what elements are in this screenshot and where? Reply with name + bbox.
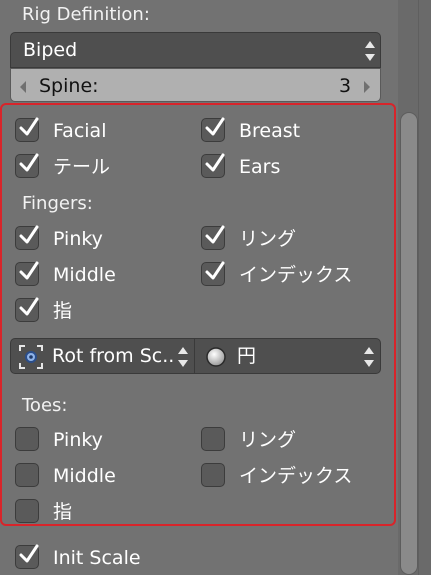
init-scale-checkbox[interactable] xyxy=(15,544,39,569)
increment-arrow-icon[interactable] xyxy=(362,79,372,98)
toe-index-label: インデックス xyxy=(239,465,353,487)
toe-middle-toggle[interactable]: Middle xyxy=(15,463,185,489)
tail-checkbox[interactable] xyxy=(15,153,39,178)
ears-checkbox[interactable] xyxy=(201,153,225,178)
toe-ring-checkbox[interactable] xyxy=(201,427,225,451)
finger-thumb-checkbox[interactable] xyxy=(15,297,39,322)
shape-dropdown[interactable]: 円 xyxy=(194,338,381,374)
toe-ring-toggle[interactable]: リング xyxy=(201,427,381,453)
rig-definition-label: Rig Definition: xyxy=(22,4,150,25)
shape-value: 円 xyxy=(237,345,257,367)
finger-thumb-label: 指 xyxy=(53,300,73,322)
rig-type-value: Biped xyxy=(23,39,78,61)
decrement-arrow-icon[interactable] xyxy=(18,79,28,98)
init-scale-toggle[interactable]: Init Scale xyxy=(15,544,215,571)
breast-label: Breast xyxy=(239,120,301,142)
finger-ring-label: リング xyxy=(239,228,297,250)
spine-value: 3 xyxy=(339,75,352,97)
finger-thumb-toggle[interactable]: 指 xyxy=(15,297,185,324)
finger-ring-checkbox[interactable] xyxy=(201,225,225,250)
finger-pinky-label: Pinky xyxy=(53,228,103,250)
finger-ring-toggle[interactable]: リング xyxy=(201,225,381,252)
fingers-label: Fingers: xyxy=(22,193,93,214)
ears-label: Ears xyxy=(239,156,281,178)
breast-toggle[interactable]: Breast xyxy=(201,117,381,144)
toe-thumb-label: 指 xyxy=(53,501,73,523)
toe-index-checkbox[interactable] xyxy=(201,463,225,487)
finger-index-label: インデックス xyxy=(239,264,353,286)
toe-pinky-checkbox[interactable] xyxy=(15,427,39,451)
toe-middle-label: Middle xyxy=(53,465,116,487)
toe-index-toggle[interactable]: インデックス xyxy=(201,463,381,489)
finger-pinky-checkbox[interactable] xyxy=(15,225,39,250)
finger-pinky-toggle[interactable]: Pinky xyxy=(15,225,185,252)
finger-middle-checkbox[interactable] xyxy=(15,261,39,286)
toe-pinky-label: Pinky xyxy=(53,429,103,451)
updown-arrows-icon xyxy=(364,39,376,61)
facial-toggle[interactable]: Facial xyxy=(15,117,185,144)
updown-arrows-icon xyxy=(177,345,189,367)
finger-index-toggle[interactable]: インデックス xyxy=(201,261,381,288)
toe-thumb-toggle[interactable]: 指 xyxy=(15,499,185,525)
rotation-mode-value: Rot from Sc.. xyxy=(52,345,175,367)
spine-label: Spine: xyxy=(39,75,99,97)
toe-pinky-toggle[interactable]: Pinky xyxy=(15,427,185,453)
ears-toggle[interactable]: Ears xyxy=(201,153,381,180)
finger-index-checkbox[interactable] xyxy=(201,261,225,286)
scrollbar-thumb[interactable] xyxy=(400,112,418,575)
tail-toggle[interactable]: テール xyxy=(15,153,185,180)
spine-count-field[interactable]: Spine: 3 xyxy=(10,68,381,102)
circle-shape-icon xyxy=(205,346,227,372)
facial-label: Facial xyxy=(53,120,107,142)
finger-middle-label: Middle xyxy=(53,264,116,286)
toes-label: Toes: xyxy=(22,395,68,416)
rig-type-dropdown[interactable]: Biped xyxy=(10,32,381,68)
rotation-mode-dropdown[interactable]: Rot from Sc.. xyxy=(10,338,195,374)
init-scale-label: Init Scale xyxy=(53,547,141,569)
facial-checkbox[interactable] xyxy=(15,117,39,142)
scrollbar-divider xyxy=(418,0,419,575)
toe-middle-checkbox[interactable] xyxy=(15,463,39,487)
updown-arrows-icon xyxy=(363,345,375,367)
breast-checkbox[interactable] xyxy=(201,117,225,142)
toe-ring-label: リング xyxy=(239,429,297,451)
finger-middle-toggle[interactable]: Middle xyxy=(15,261,185,288)
toe-thumb-checkbox[interactable] xyxy=(15,499,39,523)
pivot-icon xyxy=(19,345,43,373)
tail-label: テール xyxy=(53,156,111,178)
